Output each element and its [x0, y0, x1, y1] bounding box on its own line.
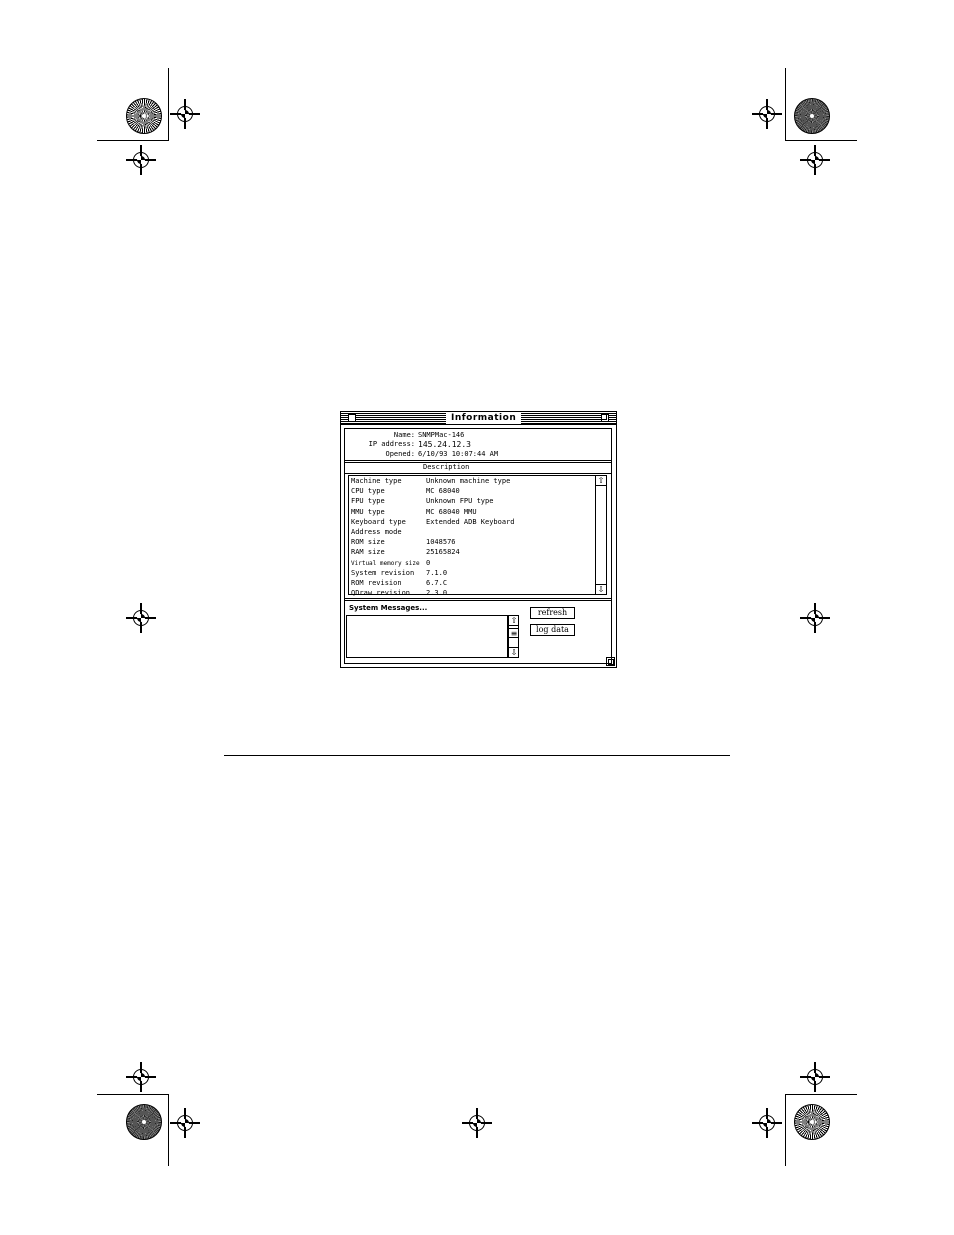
ip-address-label: IP address:: [368, 440, 415, 448]
ip-address-value: 145.24.12.3: [418, 440, 471, 449]
crop-mark: [785, 68, 786, 140]
description-row-label: FPU type: [351, 497, 385, 506]
crop-mark: [785, 1094, 857, 1095]
description-row-label: QDraw revision: [351, 589, 411, 598]
description-row-label: CPU type: [351, 487, 385, 496]
registration-rosette: [126, 98, 162, 134]
list-scrollbar[interactable]: ⇧ ⇩: [595, 476, 606, 594]
horizontal-rule: [224, 755, 730, 756]
scroll-down-arrow-icon[interactable]: ⇩: [596, 584, 606, 594]
registration-mark: [800, 1062, 830, 1092]
description-row-label: RAM size: [351, 548, 385, 557]
registration-rosette: [794, 1104, 830, 1140]
description-row-value: Unknown machine type: [426, 477, 511, 485]
registration-mark: [170, 99, 200, 129]
log-data-button[interactable]: log data: [530, 624, 575, 636]
registration-mark: [126, 145, 156, 175]
description-row-value: 1048576: [426, 538, 456, 547]
description-row-label: ROM revision: [351, 579, 402, 587]
description-row-value: MC 68040: [426, 487, 460, 496]
description-row-label: Virtual memory size: [351, 559, 420, 567]
registration-mark: [170, 1108, 200, 1138]
description-row-label: Keyboard type: [351, 517, 406, 526]
registration-mark: [800, 145, 830, 175]
divider: [345, 598, 611, 599]
window-content: Name: SNMPMac-146 IP address: 145.24.12.…: [344, 428, 612, 664]
description-row-value: 6.7.C: [426, 579, 448, 587]
divider: [345, 600, 611, 601]
divider: [345, 462, 611, 463]
name-label: Name:: [393, 431, 415, 439]
scroll-thumb-icon[interactable]: ≡: [509, 628, 519, 638]
registration-mark: [800, 603, 830, 633]
description-row-label: Machine type: [351, 477, 402, 485]
divider: [345, 473, 611, 474]
description-row-label: System revision: [351, 568, 415, 577]
messages-scrollbar[interactable]: ⇧ ≡ ⇩: [508, 615, 519, 658]
grow-box-icon[interactable]: [606, 657, 615, 666]
description-row-value: 0: [426, 558, 431, 567]
opened-label: Opened:: [385, 450, 415, 458]
scroll-down-arrow-icon[interactable]: ⇩: [509, 647, 519, 657]
crop-mark: [168, 1094, 169, 1166]
close-box-icon[interactable]: [348, 414, 356, 422]
information-window: Information Name: SNMPMac-146 IP address…: [340, 411, 617, 668]
system-messages-box[interactable]: [346, 615, 508, 658]
divider: [345, 460, 611, 461]
description-row-value: Extended ADB Keyboard: [426, 517, 515, 526]
registration-rosette: [794, 98, 830, 134]
registration-mark: [752, 1108, 782, 1138]
description-row-value: 2.3.0: [426, 589, 448, 598]
description-row-label: Address mode: [351, 528, 402, 536]
scroll-up-arrow-icon[interactable]: ⇧: [509, 616, 519, 626]
name-value: SNMPMac-146: [418, 431, 465, 439]
zoom-box-icon[interactable]: [601, 414, 609, 422]
description-row-label: MMU type: [351, 507, 385, 516]
description-list[interactable]: Machine type Unknown machine type CPU type…: [348, 475, 607, 598]
registration-mark: [462, 1108, 492, 1138]
description-row-label: ROM size: [351, 538, 385, 547]
description-row-value: 25165824: [426, 548, 460, 557]
opened-value: 6/10/93 10:07:44 AM: [418, 450, 499, 458]
window-title: Information: [446, 412, 522, 424]
crop-mark: [97, 140, 169, 141]
registration-mark: [126, 1062, 156, 1092]
registration-rosette: [126, 1104, 162, 1140]
registration-mark: [752, 99, 782, 129]
description-row-value: 7.1.0: [426, 568, 448, 577]
system-messages-label: System Messages...: [349, 604, 428, 612]
refresh-button[interactable]: refresh: [530, 607, 575, 619]
scroll-up-arrow-icon[interactable]: ⇧: [596, 476, 606, 486]
crop-mark: [97, 1094, 169, 1095]
registration-mark: [126, 603, 156, 633]
crop-mark: [785, 140, 857, 141]
description-row-value: Unknown FPU type: [426, 497, 494, 506]
title-bar[interactable]: Information: [341, 412, 616, 425]
crop-mark: [168, 68, 169, 140]
description-column-header: Description: [423, 463, 470, 471]
crop-mark: [785, 1094, 786, 1166]
description-row-value: MC 68040 MMU: [426, 507, 477, 516]
